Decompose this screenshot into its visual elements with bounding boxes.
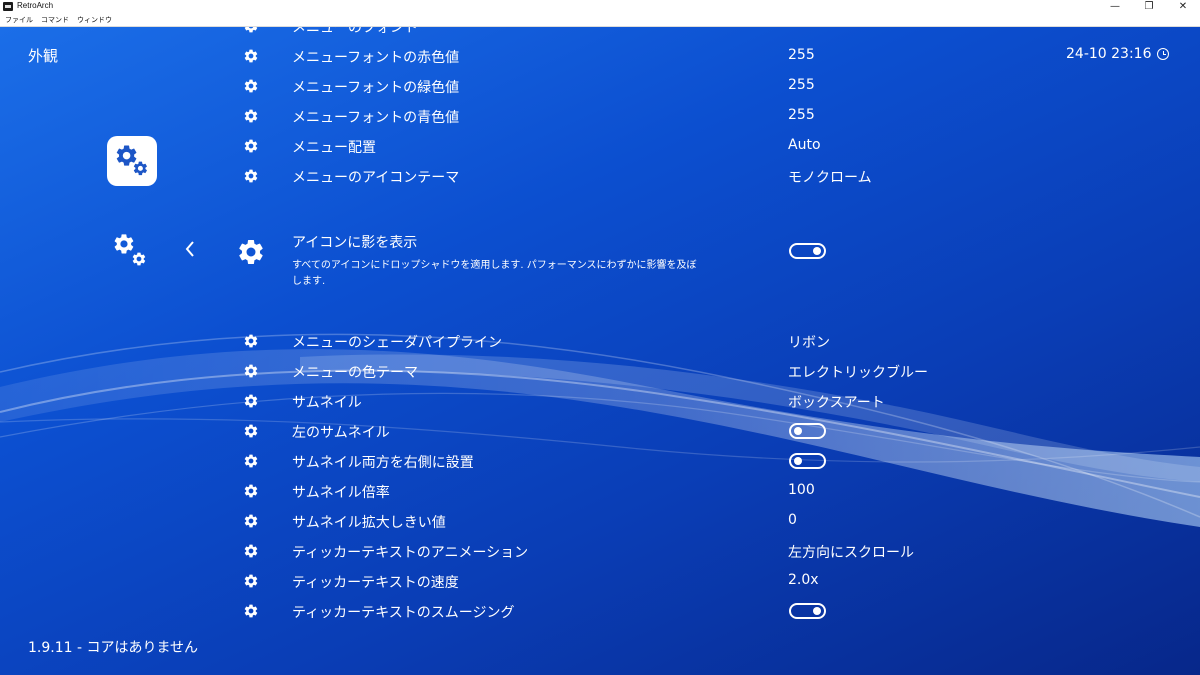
window-title: RetroArch [17,1,54,10]
item-label: メニューフォントの緑色値 [292,80,460,96]
window-titlebar[interactable]: RetroArch — ❐ ✕ [0,0,1200,14]
toggle-switch[interactable] [789,243,826,259]
item-label: メニュー配置 [292,140,376,156]
list-item[interactable]: サムネイル両方を右側に設置 [0,446,1200,476]
gear-icon [236,237,266,267]
gear-icon [243,603,259,619]
gear-icon [243,48,259,64]
item-value: リボン [788,335,830,351]
item-label: サムネイル [292,395,362,411]
gear-icon [243,453,259,469]
item-value: 255 [788,47,815,63]
item-label: 左のサムネイル [292,425,390,441]
item-label: サムネイル倍率 [292,485,390,501]
list-item[interactable]: メニューのシェーダパイプライン リボン [0,326,1200,356]
list-item[interactable]: メニューのアイコンテーマ モノクローム [0,161,1200,191]
menu-file[interactable]: ファイル [4,15,34,25]
toggle-switch[interactable] [789,453,826,469]
status-footer: 1.9.11 - コアはありません [28,640,199,656]
gear-icon [243,483,259,499]
list-item[interactable]: サムネイル ボックスアート [0,386,1200,416]
gear-icon [243,393,259,409]
item-value: ボックスアート [788,395,885,411]
gear-icon [243,78,259,94]
gear-icon [243,573,259,589]
list-item[interactable]: ティッカーテキストの速度 2.0x [0,566,1200,596]
item-label: メニューの色テーマ [292,365,418,381]
toggle-switch[interactable] [789,603,826,619]
item-label: サムネイル拡大しきい値 [292,515,446,531]
retroarch-app-icon [3,2,13,11]
selected-list-item[interactable]: アイコンに影を表示 すべてのアイコンにドロップシャドウを適用します. パフォーマ… [0,227,1200,297]
item-value: 左方向にスクロール [788,545,914,561]
item-value: 255 [788,77,815,93]
list-item[interactable]: ティッカーテキストのスムージング [0,596,1200,626]
item-label: ティッカーテキストのスムージング [292,605,515,621]
gear-icon [243,168,259,184]
gear-icon [243,363,259,379]
list-item[interactable]: サムネイル倍率 100 [0,476,1200,506]
item-value: Auto [788,137,821,153]
item-label: メニューのフォント [292,27,418,36]
toggle-knob [794,427,802,435]
list-item[interactable]: メニューの色テーマ エレクトリックブルー [0,356,1200,386]
item-label: ティッカーテキストの速度 [292,575,459,591]
item-label: メニューのシェーダパイプライン [292,335,502,351]
item-label: アイコンに影を表示 [292,235,418,251]
item-label: ティッカーテキストのアニメーション [292,545,529,561]
list-item[interactable]: 左のサムネイル [0,416,1200,446]
item-label: メニューフォントの赤色値 [292,50,460,66]
list-item[interactable]: ティッカーテキストのアニメーション 左方向にスクロール [0,536,1200,566]
item-value: 255 [788,107,815,123]
gear-icon [243,333,259,349]
list-item[interactable]: メニューフォントの赤色値 255 [0,41,1200,71]
window-controls: — ❐ ✕ [1098,0,1200,14]
gear-icon [243,108,259,124]
item-description: すべてのアイコンにドロップシャドウを適用します. パフォーマンスにわずかに影響を… [292,260,697,287]
item-label: メニューのアイコンテーマ [292,170,460,186]
close-button[interactable]: ✕ [1166,0,1200,14]
gear-icon [243,423,259,439]
gear-icon [243,543,259,559]
list-item[interactable]: メニュー配置 Auto [0,131,1200,161]
toggle-switch[interactable] [789,423,826,439]
toggle-knob [794,457,802,465]
restore-button[interactable]: ❐ [1132,0,1166,14]
list-item[interactable]: メニューフォントの緑色値 255 [0,71,1200,101]
item-label: メニューフォントの青色値 [292,110,460,126]
item-value: 100 [788,482,815,498]
list-item[interactable]: メニューのフォント [0,27,1200,41]
toggle-knob [813,247,821,255]
menu-window[interactable]: ウィンドウ [76,15,113,25]
gear-icon [243,138,259,154]
item-value: 0 [788,512,797,528]
item-value: エレクトリックブルー [788,365,928,381]
item-label: サムネイル両方を右側に設置 [292,455,474,471]
menu-command[interactable]: コマンド [40,15,70,25]
menubar: ファイル コマンド ウィンドウ [0,14,1200,27]
list-item[interactable]: サムネイル拡大しきい値 0 [0,506,1200,536]
toggle-knob [813,607,821,615]
minimize-button[interactable]: — [1098,0,1132,14]
gear-icon [243,513,259,529]
item-value: モノクローム [788,170,872,186]
list-item[interactable]: メニューフォントの青色値 255 [0,101,1200,131]
item-value: 2.0x [788,572,819,588]
retroarch-canvas: 外観 24-10 23:16 メニューのフォント メニューフォントの赤色値 25… [0,27,1200,675]
gear-icon [243,27,259,34]
